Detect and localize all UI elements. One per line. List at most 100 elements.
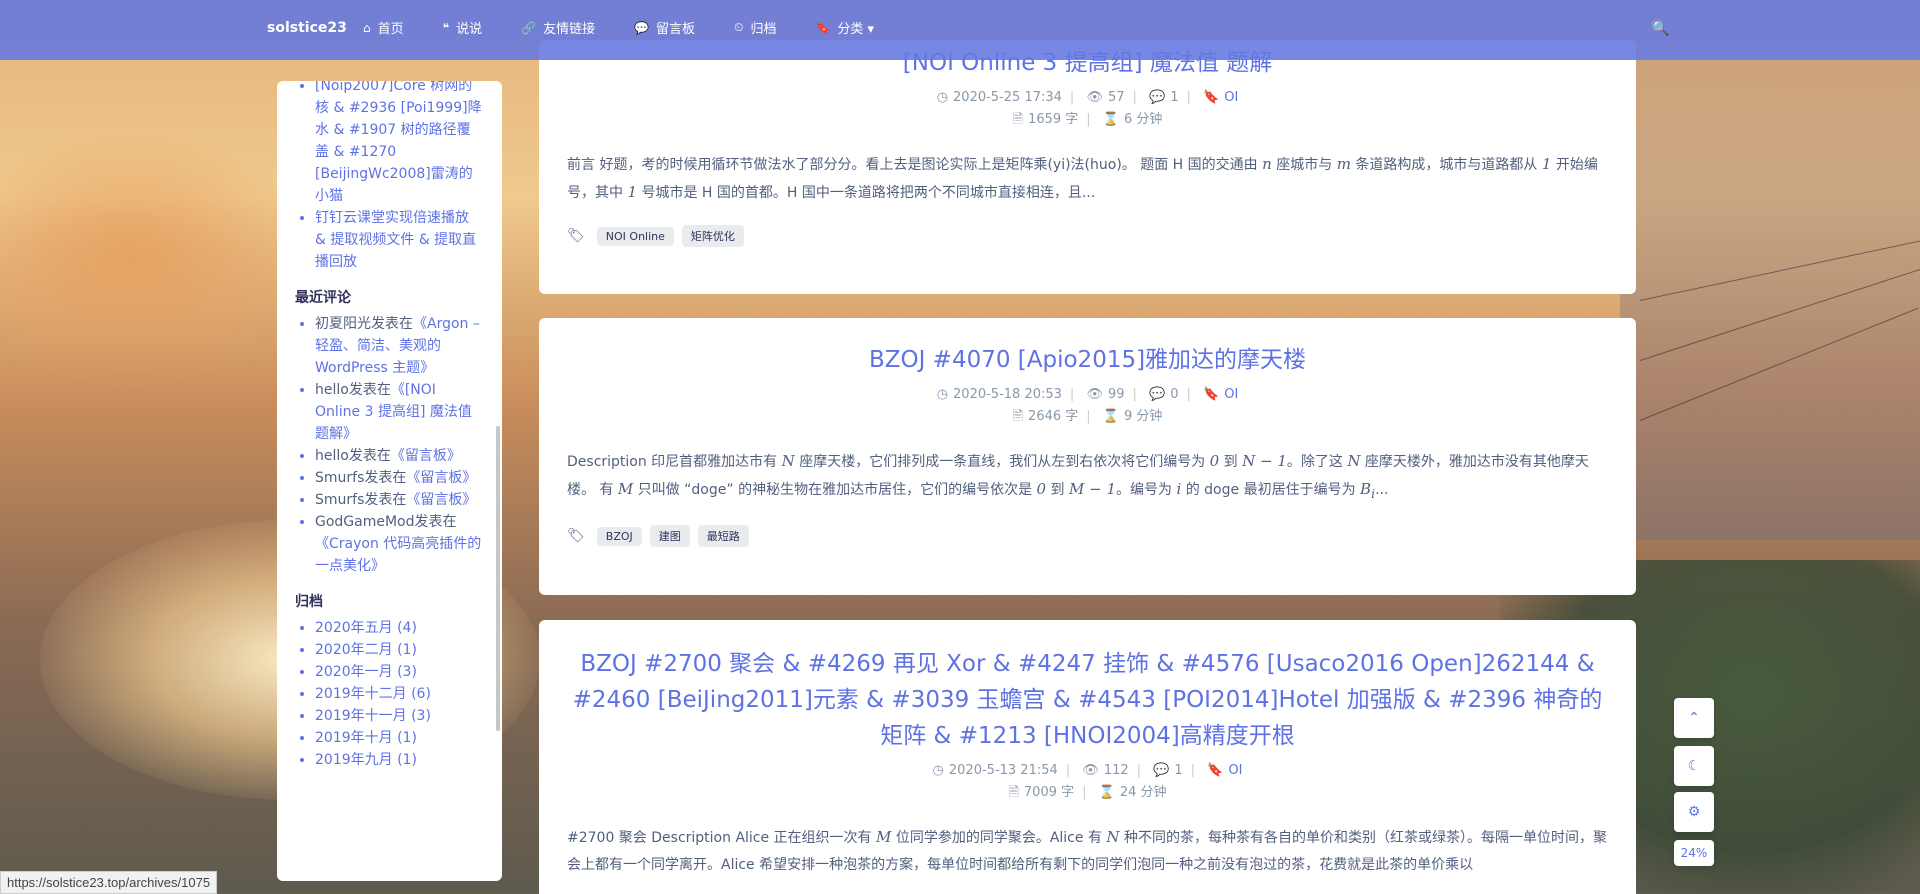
comments-icon: 💬 xyxy=(1149,387,1166,402)
archive-item[interactable]: 2019年九月 (1) xyxy=(315,749,484,771)
comment-author: hello xyxy=(315,448,349,464)
file-icon: 🗎 xyxy=(1008,785,1019,800)
archives-list: 2020年五月 (4) 2020年二月 (1) 2020年一月 (3) 2019… xyxy=(295,617,484,771)
comment-item: Smurfs发表在《留言板》 xyxy=(315,467,484,489)
hourglass-icon: ⌛ xyxy=(1102,112,1119,127)
read-progress: 24% xyxy=(1674,840,1714,866)
clock-icon: ◷ xyxy=(936,387,949,402)
post-views: 112 xyxy=(1103,763,1129,778)
recent-comments-heading: 最近评论 xyxy=(295,290,351,306)
comments-icon: 💬 xyxy=(1149,90,1166,105)
archive-item[interactable]: 2019年十一月 (3) xyxy=(315,705,484,727)
background-cloud xyxy=(0,130,320,390)
tag-chip[interactable]: 建图 xyxy=(649,525,690,547)
nav-item-archive[interactable]: ⏲ 归档 xyxy=(734,18,776,37)
comment-post-link[interactable]: 《Crayon 代码高亮插件的一点美化》 xyxy=(315,536,481,574)
sidebar-post-item[interactable]: [Noip2007]Core 树网的核 & #2936 [Poi1999]降水 … xyxy=(315,81,484,207)
post-title[interactable]: BZOJ #2700 聚会 & #4269 再见 Xor & #4247 挂饰 … xyxy=(539,646,1636,754)
nav-item-shuoshuo[interactable]: ❝ 说说 xyxy=(443,18,483,38)
clock-icon: ⏲ xyxy=(734,20,744,34)
post-comments: 0 xyxy=(1170,387,1179,402)
post-meta-secondary: 🗎 1659 字 | ⌛ 6 分钟 xyxy=(1012,112,1163,127)
gear-icon: ⚙ xyxy=(1687,804,1701,820)
post-date: 2020-5-25 17:34 xyxy=(953,90,1062,105)
comment-author: Smurfs xyxy=(315,470,365,486)
post-date: 2020-5-13 21:54 xyxy=(948,763,1058,778)
comment-post-link[interactable]: 《留言板》 xyxy=(391,448,461,464)
tag-chip[interactable]: BZOJ xyxy=(596,526,642,546)
clock-icon: ◷ xyxy=(936,90,949,105)
nav-item-guestbook[interactable]: 💬 留言板 xyxy=(634,18,696,38)
comment-post-link[interactable]: 《留言板》 xyxy=(406,470,476,486)
nav-item-label: 归档 xyxy=(750,22,777,37)
file-icon: 🗎 xyxy=(1012,112,1024,127)
post-excerpt: Description 印尼首都雅加达市有 N 座摩天楼，它们排列成一条直线，我… xyxy=(567,452,1589,501)
post-views: 99 xyxy=(1107,387,1125,402)
settings-button[interactable]: ⚙ xyxy=(1674,792,1714,832)
archive-item[interactable]: 2019年十二月 (6) xyxy=(315,683,484,705)
search-icon[interactable]: 🔍 xyxy=(1651,19,1670,37)
link-icon: 🔗 xyxy=(521,20,537,35)
nav-item-label: 留言板 xyxy=(656,22,696,37)
nav-item-label: 说说 xyxy=(456,22,483,37)
top-navbar: solstice23 ⌂ 首页 ❝ 说说 🔗 友情链接 💬 留言板 ⏲ 归档 🔖… xyxy=(0,0,1920,60)
tags-icon: 🏷 xyxy=(567,528,585,544)
nav-item-label: 分类 ▾ xyxy=(837,22,875,37)
post-meta: ◷ 2020-5-13 21:54 | 👁 112 | 💬 1 | 🔖 OI xyxy=(932,763,1243,778)
comment-item: 初夏阳光发表在《Argon – 轻盈、简洁、美观的 WordPress 主题》 xyxy=(315,313,484,379)
post-word-count: 2646 字 xyxy=(1028,409,1079,424)
home-icon: ⌂ xyxy=(363,20,371,35)
sidebar-scrollbar[interactable] xyxy=(496,426,500,731)
comment-verb: 发表在 xyxy=(414,514,457,530)
post-read-time: 9 分钟 xyxy=(1123,409,1163,424)
comments-icon: 💬 xyxy=(634,20,650,35)
tag-chip[interactable]: NOI Online xyxy=(596,226,674,246)
nav-menu: ⌂ 首页 ❝ 说说 🔗 友情链接 💬 留言板 ⏲ 归档 🔖 分类 ▾ xyxy=(363,18,913,37)
file-icon: 🗎 xyxy=(1012,409,1024,424)
archive-item[interactable]: 2020年二月 (1) xyxy=(315,639,484,661)
nav-item-categories[interactable]: 🔖 分类 ▾ xyxy=(815,18,875,38)
comment-item: hello发表在《[NOI Online 3 提高组] 魔法值 题解》 xyxy=(315,379,484,445)
comment-post-link[interactable]: 《留言板》 xyxy=(406,492,476,508)
post-tags: 🏷 NOI Online 矩阵优化 xyxy=(539,225,1636,247)
eye-icon: 👁 xyxy=(1086,387,1103,402)
eye-icon: 👁 xyxy=(1082,763,1099,778)
post-word-count: 1659 字 xyxy=(1028,112,1079,127)
bookmark-icon: 🔖 xyxy=(1207,763,1224,778)
bookmark-icon: 🔖 xyxy=(815,20,831,35)
post-title[interactable]: BZOJ #4070 [Apio2015]雅加达的摩天楼 xyxy=(539,342,1636,378)
archive-item[interactable]: 2020年一月 (3) xyxy=(315,661,484,683)
eye-icon: 👁 xyxy=(1086,90,1103,105)
background-sky-right xyxy=(1620,60,1920,540)
nav-item-home[interactable]: ⌂ 首页 xyxy=(363,18,404,38)
bookmark-icon: 🔖 xyxy=(1203,90,1220,105)
moon-icon: ☾ xyxy=(1687,758,1701,774)
comments-icon: 💬 xyxy=(1153,763,1170,778)
post-excerpt: #2700 聚会 Description Alice 正在组织一次有 M 位同学… xyxy=(567,828,1607,873)
post-category[interactable]: OI xyxy=(1224,387,1238,402)
archives-heading: 归档 xyxy=(295,594,323,610)
archive-item[interactable]: 2019年十月 (1) xyxy=(315,727,484,749)
back-to-top-button[interactable]: ⌃ xyxy=(1674,698,1714,738)
tag-chip[interactable]: 最短路 xyxy=(697,525,749,547)
sidebar-post-link[interactable]: [Noip2007]Core 树网的核 & #2936 [Poi1999]降水 … xyxy=(315,81,482,204)
comment-verb: 发表在 xyxy=(348,382,391,398)
tag-chip[interactable]: 矩阵优化 xyxy=(681,225,744,247)
sidebar-post-item[interactable]: 钉钉云课堂实现倍速播放 & 提取视频文件 & 提取直播回放 xyxy=(315,207,484,273)
post-comments: 1 xyxy=(1170,90,1179,105)
nav-item-friend-links[interactable]: 🔗 友情链接 xyxy=(521,18,595,38)
post-meta-secondary: 🗎 2646 字 | ⌛ 9 分钟 xyxy=(1012,409,1163,424)
post-category[interactable]: OI xyxy=(1224,90,1238,105)
post-category[interactable]: OI xyxy=(1228,763,1242,778)
post-tags: 🏷 BZOJ 建图 最短路 xyxy=(539,525,1636,547)
night-mode-button[interactable]: ☾ xyxy=(1674,746,1714,786)
tags-icon: 🏷 xyxy=(567,228,585,244)
post-date: 2020-5-18 20:53 xyxy=(953,387,1062,402)
site-brand[interactable]: solstice23 xyxy=(267,20,347,36)
status-bar-url: https://solstice23.top/archives/1075 xyxy=(0,871,218,894)
post-card: [NOI Online 3 提高组] 魔法值 题解 ◷ 2020-5-25 17:… xyxy=(539,40,1636,294)
post-meta: ◷ 2020-5-18 20:53 | 👁 99 | 💬 0 | 🔖 OI xyxy=(936,387,1239,402)
post-word-count: 7009 字 xyxy=(1023,785,1075,800)
archive-item[interactable]: 2020年五月 (4) xyxy=(315,617,484,639)
sidebar-post-link[interactable]: 钉钉云课堂实现倍速播放 & 提取视频文件 & 提取直播回放 xyxy=(315,210,476,270)
